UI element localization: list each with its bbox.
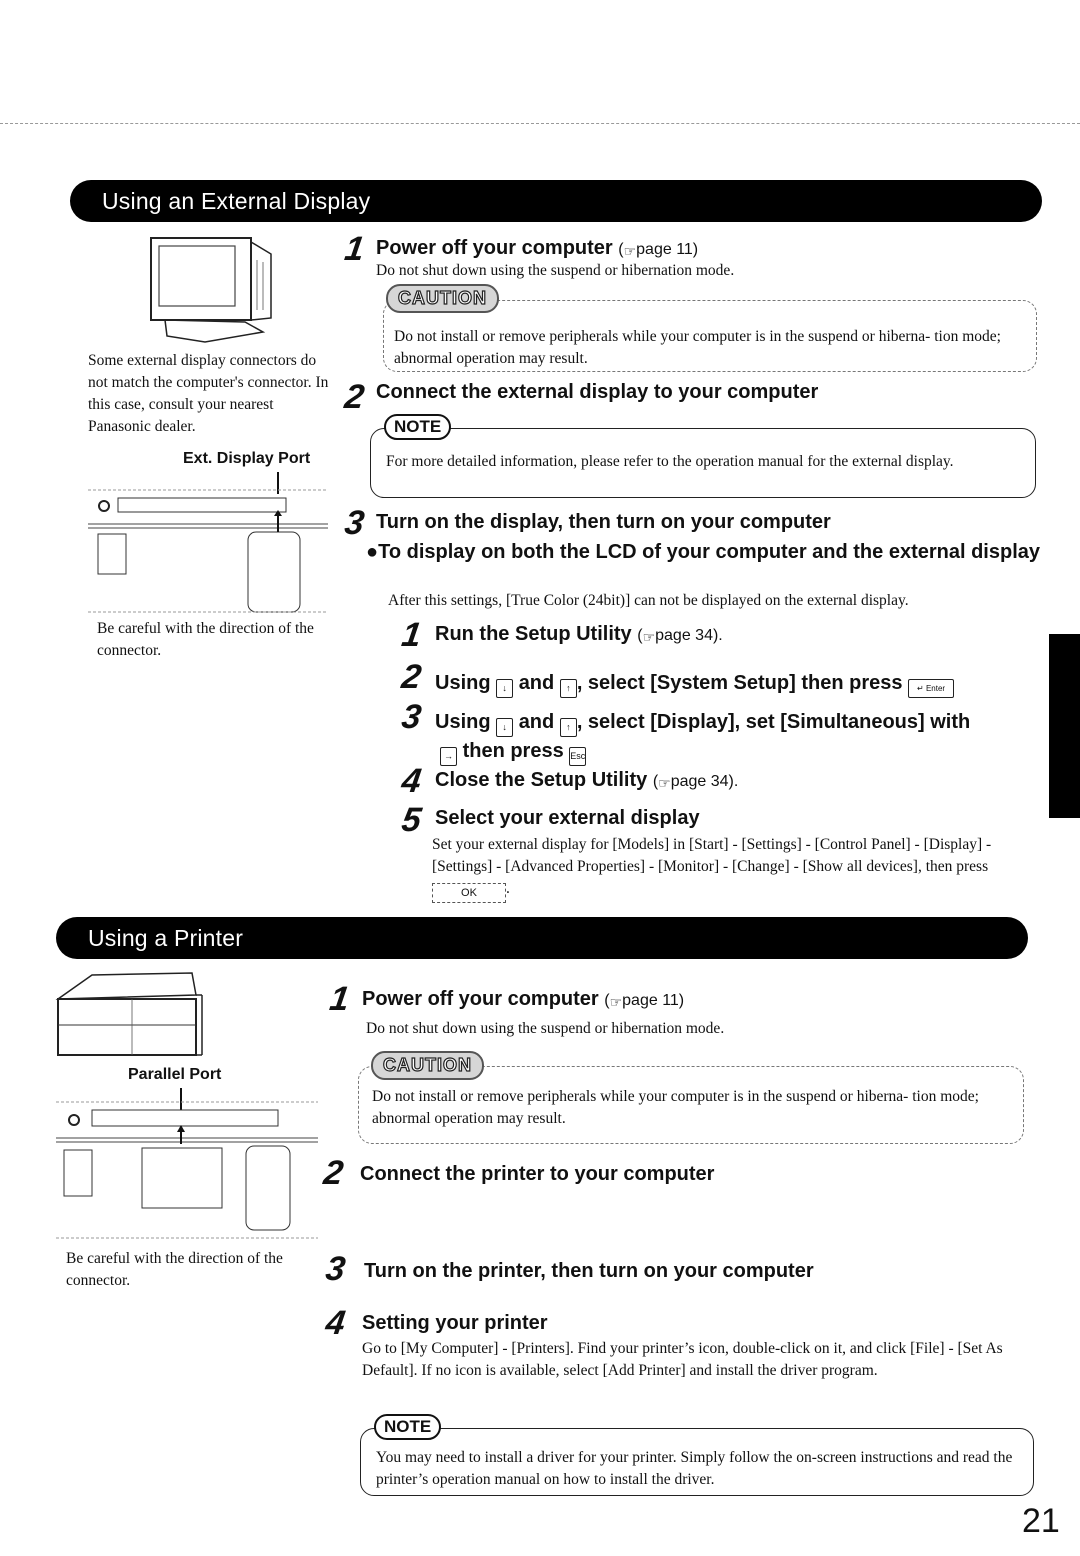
substep-3: Using ↓ and ↑, select [Display], set [Si…: [435, 710, 970, 737]
caution-text: Do not install or remove peripherals whi…: [394, 328, 1001, 367]
up-arrow-key-icon: ↑: [559, 718, 577, 737]
page-ref[interactable]: (☞page 34).: [653, 773, 739, 791]
enter-key-icon: ↵ Enter: [908, 679, 955, 698]
substep-5: Select your external display: [435, 807, 700, 829]
section-title: Using a Printer: [88, 924, 244, 951]
caution-label: CAUTION: [386, 284, 499, 313]
printer-step-2-number: 2: [321, 1154, 346, 1192]
substep-3-line2: → then press Esc: [440, 739, 587, 766]
parallel-port-label: Parallel Port: [128, 1066, 222, 1083]
substep-5-number: 5: [399, 801, 424, 839]
step-number: 1: [342, 230, 367, 268]
pointing-hand-icon: ☞: [609, 994, 623, 1010]
right-arrow-key-icon: →: [440, 747, 457, 766]
printer-step-3-title: Turn on the printer, then turn on your c…: [364, 1260, 814, 1282]
ext-step-1-title: Power off your computer (☞page 11): [376, 236, 698, 262]
ext-step-3: 3: [342, 504, 367, 542]
section-header-external-display: Using an External Display: [70, 180, 1042, 222]
page-ref[interactable]: (☞page 34).: [637, 627, 723, 645]
pointing-hand-icon: ☞: [642, 629, 656, 645]
note-label: NOTE: [374, 1414, 442, 1440]
parallel-port-illustration: [56, 1088, 318, 1239]
parallel-port-caption: Be careful with the direction of the con…: [66, 1250, 283, 1289]
printer-step-4-title: Setting your printer: [362, 1312, 548, 1334]
ok-button[interactable]: OK: [432, 883, 506, 903]
substep-1: Run the Setup Utility (☞page 34).: [435, 622, 723, 648]
both-lcd-body: After this settings, [True Color (24bit)…: [388, 592, 909, 609]
down-arrow-key-icon: ↓: [496, 679, 514, 698]
printer-step-1-title: Power off your computer (☞page 11): [362, 987, 684, 1013]
ext-step-1: 1: [342, 230, 367, 268]
step-number: 2: [342, 378, 367, 416]
printer-step-4-number: 4: [323, 1304, 348, 1342]
substep-2: Using ↓ and ↑, select [System Setup] the…: [435, 671, 955, 698]
top-rule: [0, 123, 1080, 124]
pointing-hand-icon: ☞: [658, 775, 671, 791]
substep-5-body: Set your external display for [Models] i…: [432, 834, 1037, 903]
substep-3-number: 3: [399, 698, 424, 736]
section-title: Using an External Display: [102, 187, 371, 214]
printer-illustration: [55, 972, 203, 1056]
caution-text: Do not install or remove peripherals whi…: [372, 1088, 979, 1127]
side-thumb-tab: [1049, 634, 1080, 818]
monitor-illustration: [150, 237, 272, 343]
step-number: 3: [342, 504, 367, 542]
ext-display-port-illustration: [88, 472, 328, 613]
caution-label: CAUTION: [371, 1051, 484, 1080]
printer-step-2-title: Connect the printer to your computer: [360, 1163, 715, 1185]
page-number: 21: [1022, 1502, 1060, 1540]
external-display-side-note: Some external display connectors do not …: [88, 352, 329, 435]
ext-display-port-label: Ext. Display Port: [183, 450, 311, 467]
ext-step-2-title: Connect the external display to your com…: [376, 381, 819, 403]
down-arrow-key-icon: ↓: [496, 718, 514, 737]
note-text: You may need to install a driver for you…: [376, 1449, 1013, 1488]
both-lcd-heading: ●To display on both the LCD of your comp…: [366, 541, 1041, 563]
page-ref[interactable]: (☞page 11): [618, 241, 698, 259]
note-text: For more detailed information, please re…: [386, 453, 954, 470]
up-arrow-key-icon: ↑: [559, 679, 577, 698]
ext-display-port-caption: Be careful with the direction of the con…: [97, 620, 314, 659]
printer-step-1-body: Do not shut down using the suspend or hi…: [366, 1020, 725, 1037]
printer-step-1-number: 1: [327, 980, 352, 1018]
ext-step-1-body: Do not shut down using the suspend or hi…: [376, 262, 735, 279]
section-header-printer: Using a Printer: [56, 917, 1028, 959]
ext-step-3-title: Turn on the display, then turn on your c…: [376, 511, 831, 533]
note-label: NOTE: [384, 414, 452, 440]
bullet-icon: ●: [366, 541, 379, 563]
printer-step-3-number: 3: [323, 1250, 348, 1288]
ext-step-2: 2: [342, 378, 367, 416]
substep-1-number: 1: [399, 616, 424, 654]
esc-key-icon: Esc: [569, 747, 587, 766]
substep-2-number: 2: [399, 658, 424, 696]
page-ref[interactable]: (☞page 11): [604, 992, 684, 1010]
printer-step-4-body: Go to [My Computer] - [Printers]. Find y…: [362, 1340, 1003, 1379]
substep-4-number: 4: [399, 762, 424, 800]
substep-4: Close the Setup Utility (☞page 34).: [435, 768, 738, 794]
